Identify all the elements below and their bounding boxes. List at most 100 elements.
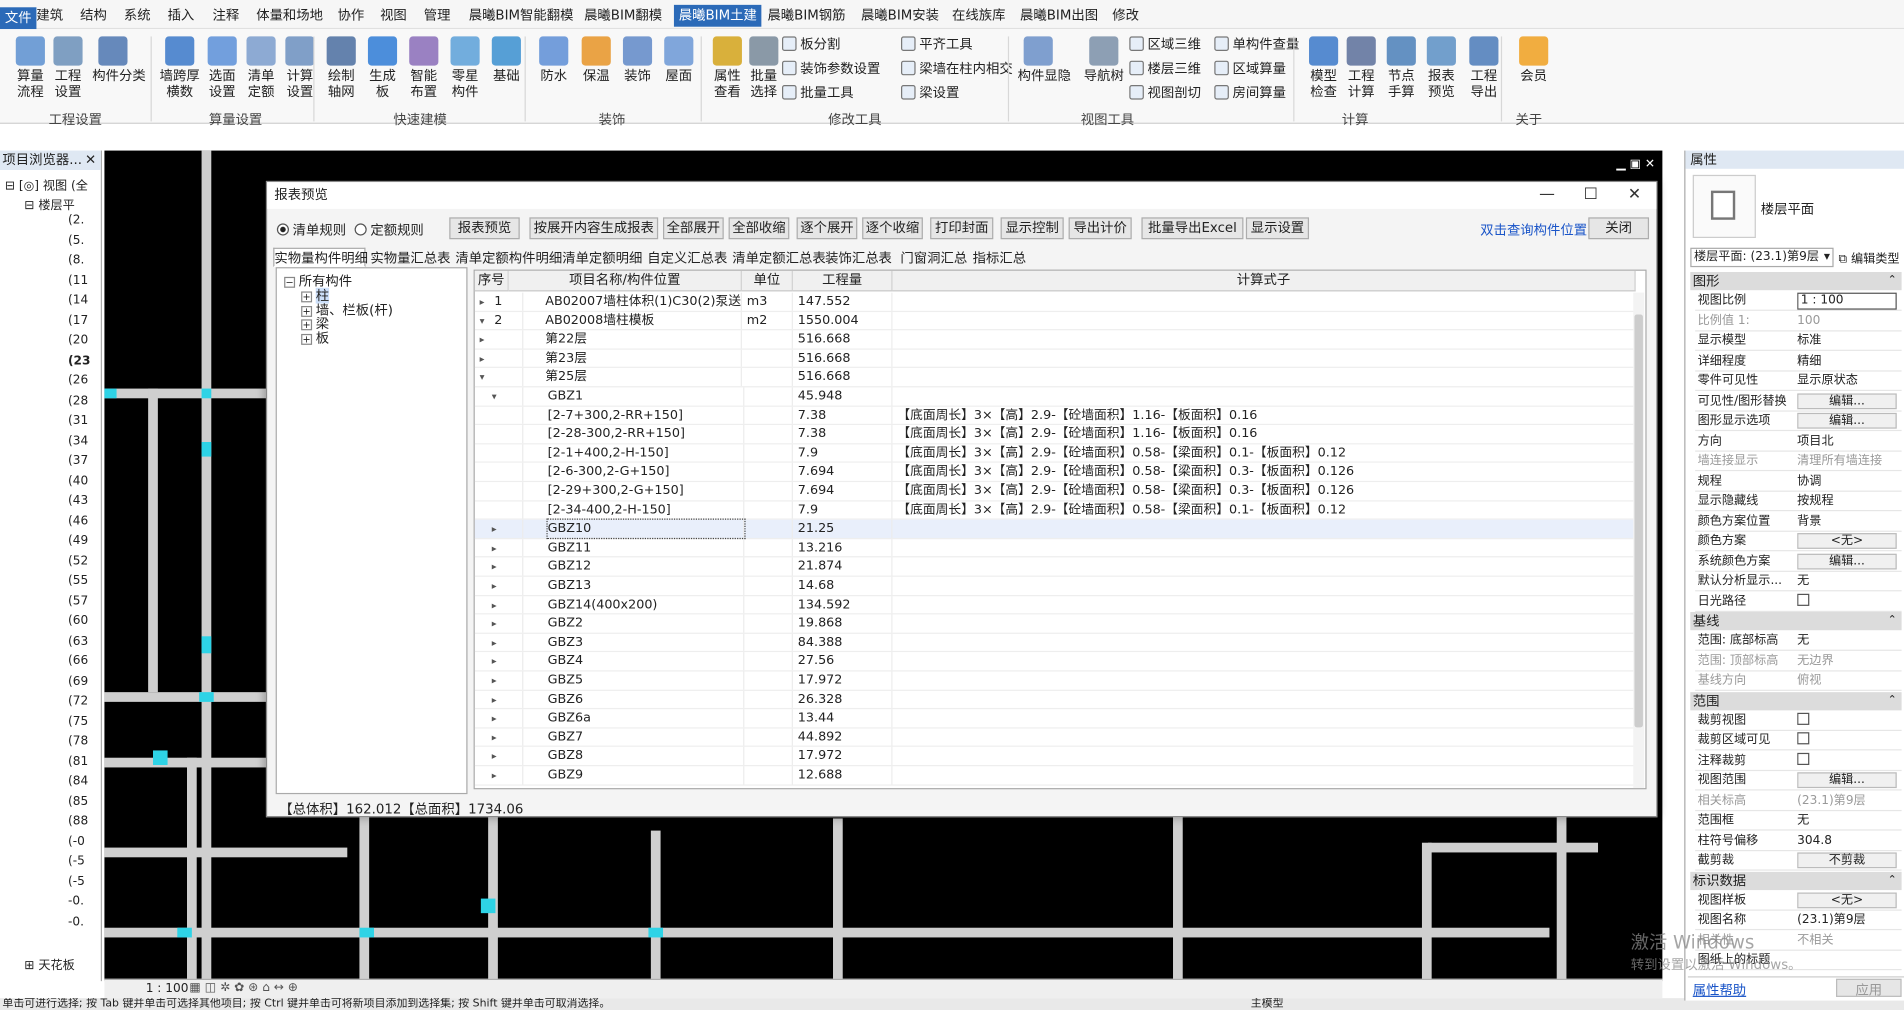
table-row[interactable]: [2-28-300,2-RR+150] 7.38 【底面周长】3×【高】2.9-【砼… — [474, 425, 1635, 445]
table-row[interactable]: ▸ GBZ6 26.328 — [474, 690, 1635, 710]
table-row[interactable]: ▸ GBZ9 12.688 — [474, 766, 1635, 786]
table-row[interactable]: ▸ GBZ4 27.56 — [474, 652, 1635, 672]
tree-floor-item[interactable]: (46 — [68, 514, 88, 527]
property-edit-button[interactable]: 编辑... — [1797, 553, 1897, 569]
properties-help-link[interactable]: 属性帮助 — [1693, 980, 1746, 999]
property-edit-button[interactable]: 编辑... — [1797, 772, 1897, 789]
insulation-button[interactable]: 保温 — [576, 36, 617, 84]
close-icon[interactable]: ✕ — [1613, 182, 1657, 209]
ribbon-small-6[interactable]: 区域三维 — [1129, 36, 1201, 53]
check-button[interactable]: 模型 检查 — [1303, 36, 1344, 100]
property-value[interactable]: 编辑... — [1797, 392, 1901, 411]
ribbon-small-0[interactable]: 板分割 — [782, 36, 840, 53]
flow-button[interactable]: 算量 流程 — [10, 36, 51, 100]
property-edit-button[interactable]: 不剪裁 — [1797, 852, 1897, 869]
dialog-close-button[interactable]: 关闭 — [1588, 217, 1650, 240]
property-checkbox[interactable] — [1797, 712, 1810, 725]
tree-floor-item[interactable]: (-5 — [68, 875, 85, 888]
tree-floor-item[interactable]: (28 — [68, 394, 88, 407]
tree-floor-item[interactable]: -0. — [68, 915, 84, 928]
table-row[interactable]: ▸ GBZ7 44.892 — [474, 728, 1635, 748]
tree-floor-item[interactable]: (34 — [68, 434, 88, 447]
tree-floor-item[interactable]: (11 — [68, 274, 88, 287]
tree-floor-item[interactable]: (43 — [68, 494, 88, 507]
toolbar-button-3[interactable]: 全部收缩 — [728, 217, 790, 240]
menu-item[interactable]: 注释 — [213, 5, 240, 27]
tree-view-root[interactable]: ⊟ [◎] 视图 (全 — [5, 175, 88, 193]
table-row[interactable]: [2-34-400,2-H-150] 7.9 【底面周长】3×【高】2.9-【砼墙面… — [474, 501, 1635, 520]
table-row[interactable]: [2-6-300,2-G+150] 7.694 【底面周长】3×【高】2.9-【砼墙… — [474, 463, 1635, 483]
expand-arrow-icon[interactable]: ▸ — [480, 331, 485, 349]
ribbon-small-2[interactable]: 批量工具 — [782, 85, 854, 102]
menu-item[interactable]: 协作 — [338, 5, 365, 27]
toolbar-button-6[interactable]: 打印封面 — [930, 217, 994, 240]
property-value[interactable] — [1797, 711, 1901, 730]
radio-bill-rule[interactable]: 清单规则 — [276, 220, 346, 239]
view-scale[interactable]: 1 : 100 — [146, 982, 189, 995]
sigma-button[interactable]: 工程 计算 — [1341, 36, 1382, 100]
ribbon-small-4[interactable]: 梁墙在柱内相交 — [901, 60, 1013, 78]
close-icon[interactable]: ✕ — [85, 151, 96, 170]
property-edit-button[interactable]: <无> — [1797, 891, 1897, 908]
property-section-header[interactable]: 范围 ⌃ — [1690, 691, 1902, 710]
ribbon-small-8[interactable]: 视图剖切 — [1129, 85, 1201, 102]
property-value[interactable]: 编辑... — [1797, 552, 1901, 571]
table-row[interactable]: [2-1+400,2-H-150] 7.9 【底面周长】3×【高】2.9-【砼墙面积… — [474, 444, 1635, 464]
menu-item[interactable]: 在线族库 — [952, 5, 1005, 27]
table-row[interactable]: ▸ GBZ11 13.216 — [474, 538, 1635, 558]
visibility-button[interactable]: 构件显隐 — [1018, 36, 1071, 84]
foundation-button[interactable]: 基础 — [486, 36, 527, 84]
report-tab[interactable]: 清单定额汇总表 — [731, 248, 826, 267]
collapse-chevron-icon[interactable]: ⌃ — [1888, 692, 1897, 710]
property-value[interactable]: 编辑... — [1797, 412, 1901, 431]
classify-button[interactable]: 构件分类 — [92, 36, 146, 84]
ribbon-small-5[interactable]: 梁设置 — [901, 85, 959, 102]
tree-floor-item[interactable]: (69 — [68, 675, 88, 688]
property-value[interactable]: 不剪裁 — [1797, 851, 1901, 870]
slab-button[interactable]: 生成 板 — [362, 36, 403, 100]
table-row[interactable]: ▸ GBZ12 21.874 — [474, 557, 1635, 577]
tree-node[interactable]: + 板 — [301, 327, 329, 346]
property-value[interactable] — [1797, 731, 1901, 750]
tree-floor-item[interactable]: (26 — [68, 374, 88, 387]
property-section-header[interactable]: 图形 ⌃ — [1690, 272, 1902, 291]
expand-arrow-icon[interactable]: ▸ — [480, 349, 485, 367]
edit-type-button[interactable]: ⧉ 编辑类型 — [1838, 248, 1899, 266]
menu-item[interactable]: 晨曦BIM土建 — [673, 4, 762, 27]
tree-floor-plan[interactable]: ⊟ 楼层平 — [24, 194, 74, 212]
table-row[interactable]: ▸ 第23层 516.668 — [474, 349, 1635, 369]
table-row[interactable]: ▸ GBZ3 84.388 — [474, 633, 1635, 653]
table-row[interactable]: ▾ 第25层 516.668 — [474, 368, 1635, 388]
tree-floor-item[interactable]: (75 — [68, 715, 88, 728]
property-checkbox[interactable] — [1797, 732, 1810, 745]
report-tab[interactable]: 自定义汇总表 — [646, 248, 729, 267]
menu-item[interactable]: 视图 — [380, 5, 407, 27]
report-tab[interactable]: 指标汇总 — [971, 248, 1026, 267]
tree-floor-item[interactable]: (23 — [68, 354, 90, 367]
table-row[interactable]: ▾ GBZ1 45.948 — [474, 387, 1635, 407]
project-settings-button[interactable]: 工程 设置 — [47, 36, 88, 100]
report-tab[interactable]: 清单定额构件明细 — [454, 248, 562, 267]
tree-button[interactable]: 导航树 — [1083, 36, 1124, 84]
report-tab[interactable]: 实物量汇总表 — [369, 248, 450, 267]
tree-floor-item[interactable]: (40 — [68, 474, 88, 487]
node-button[interactable]: 节点 手算 — [1381, 36, 1422, 100]
vertical-scrollbar[interactable] — [1633, 292, 1645, 789]
scroll-thumb[interactable] — [1634, 314, 1643, 728]
tree-floor-item[interactable]: (72 — [68, 695, 88, 708]
toolbar-button-2[interactable]: 全部展开 — [663, 217, 724, 240]
tree-ceiling[interactable]: ⊞ 天花板 — [24, 954, 74, 972]
table-row[interactable]: ▸ GBZ8 17.972 — [474, 747, 1635, 767]
column-header[interactable]: 工程量 — [792, 270, 893, 292]
collapse-chevron-icon[interactable]: ⌃ — [1888, 871, 1897, 889]
menu-item[interactable]: 结构 — [80, 5, 107, 27]
column-header[interactable]: 序号 — [474, 270, 509, 292]
expand-arrow-icon[interactable]: ▸ — [480, 293, 485, 311]
property-section-header[interactable]: 基线 ⌃ — [1690, 612, 1902, 631]
tree-floor-item[interactable]: (88 — [68, 815, 88, 828]
menu-item[interactable]: 建筑 — [36, 5, 63, 27]
toolbar-button-10[interactable]: 显示设置 — [1245, 217, 1310, 240]
tree-floor-item[interactable]: (17 — [68, 314, 88, 327]
grid-button[interactable]: 绘制 轴网 — [321, 36, 362, 100]
tree-floor-item[interactable]: (-5 — [68, 855, 85, 868]
